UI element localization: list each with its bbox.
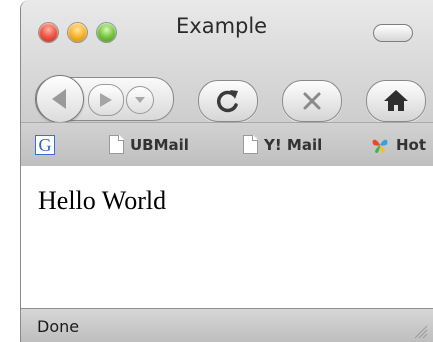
window-title: Example: [176, 14, 268, 38]
status-bar: Done: [21, 308, 433, 342]
browser-window: Example G UBMail Y! Mail Hot Hello World…: [20, 0, 433, 342]
close-window-button[interactable]: [39, 23, 58, 42]
document-icon: [109, 135, 124, 154]
google-icon: G: [35, 135, 55, 155]
bookmark-label: Y! Mail: [264, 135, 323, 154]
bookmark-label: Hot: [396, 136, 427, 154]
resize-grip-icon[interactable]: [410, 321, 428, 339]
chevron-down-icon: [135, 97, 145, 103]
minimize-window-button[interactable]: [68, 23, 87, 42]
window-chrome: Example G UBMail Y! Mail Hot: [21, 0, 433, 167]
reload-icon: [217, 90, 238, 113]
status-text: Done: [37, 317, 80, 336]
page-text: Hello World: [38, 186, 167, 215]
history-dropdown-button[interactable]: [126, 86, 154, 114]
bookmark-label: UBMail: [130, 135, 189, 154]
butterfly-icon: [372, 139, 388, 153]
stop-button[interactable]: [282, 80, 342, 122]
title-bar[interactable]: Example: [21, 0, 433, 50]
bookmark-ymail[interactable]: Y! Mail: [243, 135, 322, 155]
navigation-toolbar: [21, 55, 433, 123]
bookmark-google[interactable]: G: [35, 135, 55, 155]
bookmark-ubmail[interactable]: UBMail: [109, 135, 189, 155]
history-nav-group: [35, 75, 174, 123]
back-button[interactable]: [36, 75, 84, 123]
document-icon: [243, 135, 258, 154]
forward-arrow-icon: [100, 93, 112, 107]
back-arrow-icon: [52, 89, 66, 109]
page-content: Hello World: [21, 166, 433, 308]
forward-button[interactable]: [88, 84, 124, 116]
home-button[interactable]: [366, 80, 426, 122]
bookmarks-bar: G UBMail Y! Mail Hot: [21, 122, 433, 167]
home-icon: [384, 90, 408, 111]
toolbar-toggle-button[interactable]: [373, 24, 413, 42]
zoom-window-button[interactable]: [97, 23, 116, 42]
reload-button[interactable]: [198, 80, 258, 122]
stop-icon: [303, 92, 321, 110]
bookmark-hotmail[interactable]: Hot: [370, 135, 426, 155]
